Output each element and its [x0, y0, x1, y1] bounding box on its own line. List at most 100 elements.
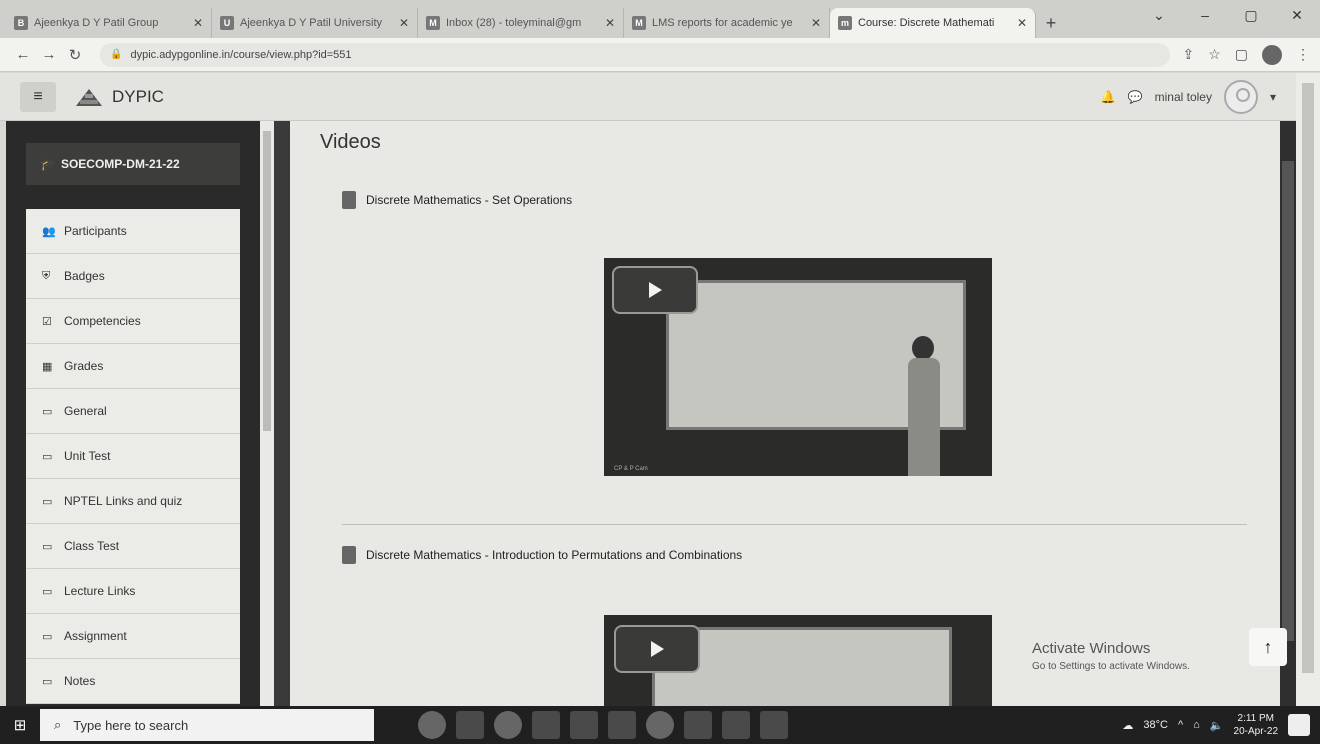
- nav-item-assignment[interactable]: ▭ Assignment: [26, 614, 240, 659]
- nav-item-general[interactable]: ▭ General: [26, 389, 240, 434]
- address-bar-row: ← → ↻ 🔒 dypic.adypgonline.in/course/view…: [0, 38, 1320, 72]
- nav-item-class-test[interactable]: ▭ Class Test: [26, 524, 240, 569]
- video-caption: CP & P Cam: [614, 466, 648, 472]
- activity-link-set-operations[interactable]: Discrete Mathematics - Set Operations: [342, 191, 572, 209]
- nav-item-notes[interactable]: ▭ Notes: [26, 659, 240, 704]
- users-icon: 👥: [42, 225, 56, 238]
- tab-title: Course: Discrete Mathemati: [858, 17, 995, 29]
- site-favicon-icon: U: [220, 16, 234, 30]
- messages-icon[interactable]: 💬: [1128, 90, 1143, 104]
- play-icon: [650, 641, 664, 657]
- tab-title: Ajeenkya D Y Patil Group: [34, 17, 159, 29]
- notification-center-icon[interactable]: [1288, 714, 1310, 736]
- taskbar-search[interactable]: ⌕ Type here to search: [40, 709, 374, 741]
- back-to-top-button[interactable]: ↑: [1249, 628, 1287, 666]
- site-brand[interactable]: DYPIC: [112, 87, 164, 107]
- browser-tab[interactable]: M LMS reports for academic ye ✕: [624, 8, 830, 38]
- nav-item-label: Notes: [64, 674, 96, 688]
- notifications-bell-icon[interactable]: 🔔: [1101, 90, 1116, 104]
- nav-item-lecture-links[interactable]: ▭ Lecture Links: [26, 569, 240, 614]
- tab-close-icon[interactable]: ✕: [193, 16, 203, 30]
- edge-icon[interactable]: [494, 711, 522, 739]
- section-title: Videos: [320, 131, 381, 153]
- nav-item-label: NPTEL Links and quiz: [64, 494, 183, 508]
- tab-close-icon[interactable]: ✕: [399, 16, 409, 30]
- share-icon[interactable]: ⇪: [1182, 46, 1194, 63]
- nav-item-nptel[interactable]: ▭ NPTEL Links and quiz: [26, 479, 240, 524]
- nav-item-grades[interactable]: ▦ Grades: [26, 344, 240, 389]
- chrome-icon[interactable]: [646, 711, 674, 739]
- search-placeholder: Type here to search: [73, 717, 189, 733]
- network-icon[interactable]: ⌂: [1193, 719, 1200, 731]
- tray-chevron-icon[interactable]: ^: [1178, 719, 1183, 731]
- side-panel-icon[interactable]: ▢: [1235, 46, 1248, 63]
- back-button[interactable]: ←: [10, 46, 36, 63]
- weather-icon[interactable]: ☁: [1122, 719, 1133, 732]
- drawer-toggle-button[interactable]: ≡: [20, 81, 56, 112]
- tab-title: LMS reports for academic ye: [652, 17, 793, 29]
- office-icon[interactable]: [684, 711, 712, 739]
- taskbar-clock[interactable]: 2:11 PM 20-Apr-22: [1234, 712, 1278, 738]
- tab-close-icon[interactable]: ✕: [811, 16, 821, 30]
- bookmark-star-icon[interactable]: ☆: [1208, 46, 1221, 63]
- play-button[interactable]: [612, 266, 698, 314]
- word-icon[interactable]: [760, 711, 788, 739]
- user-menu-caret-icon[interactable]: ▾: [1270, 90, 1276, 104]
- maximize-button[interactable]: ▢: [1228, 0, 1274, 30]
- new-tab-button[interactable]: +: [1036, 8, 1066, 38]
- course-nav-list: 👥 Participants ⛨ Badges ☑ Competencies ▦ Gra…: [26, 209, 240, 704]
- play-button[interactable]: [614, 625, 700, 673]
- browser-tab[interactable]: M Inbox (28) - toleyminal@gm ✕: [418, 8, 624, 38]
- site-navbar: ≡ DYPIC 🔔 💬 minal toley ▾: [0, 73, 1296, 121]
- video-player-permutations[interactable]: [604, 615, 992, 706]
- minimize-button[interactable]: –: [1182, 0, 1228, 30]
- mail-icon[interactable]: [608, 711, 636, 739]
- drawer-scrollbar[interactable]: [260, 121, 274, 706]
- video-frame-presenter: [906, 336, 942, 476]
- nav-item-participants[interactable]: 👥 Participants: [26, 209, 240, 254]
- volume-icon[interactable]: 🔈: [1210, 719, 1224, 732]
- video-player-set-operations[interactable]: CP & P Cam: [604, 258, 992, 476]
- file-explorer-icon[interactable]: [532, 711, 560, 739]
- content-scrollbar-thumb[interactable]: [1282, 161, 1294, 641]
- folder-icon: ▭: [42, 405, 53, 418]
- nav-item-badges[interactable]: ⛨ Badges: [26, 254, 240, 299]
- tab-close-icon[interactable]: ✕: [605, 16, 615, 30]
- url-field[interactable]: 🔒 dypic.adypgonline.in/course/view.php?i…: [100, 42, 1171, 67]
- browser-tab[interactable]: B Ajeenkya D Y Patil Group ✕: [6, 8, 212, 38]
- course-home-link[interactable]: 🎓 SOECOMP-DM-21-22: [26, 143, 240, 185]
- browser-tab-active[interactable]: m Course: Discrete Mathemati ✕: [830, 8, 1036, 38]
- dypic-logo-icon[interactable]: [74, 86, 104, 108]
- forward-button[interactable]: →: [36, 46, 62, 63]
- store-icon[interactable]: [570, 711, 598, 739]
- drawer-scrollbar-thumb[interactable]: [263, 131, 271, 431]
- window-scrollbar-thumb[interactable]: [1302, 83, 1314, 673]
- tab-close-icon[interactable]: ✕: [1017, 16, 1027, 30]
- profile-avatar[interactable]: [1262, 44, 1282, 65]
- task-view-icon[interactable]: [456, 711, 484, 739]
- nav-drawer: 🎓 SOECOMP-DM-21-22 👥 Participants ⛨ Badges…: [6, 121, 260, 706]
- nav-item-label: Grades: [64, 359, 104, 373]
- browser-menu-icon[interactable]: ⋮: [1296, 46, 1310, 63]
- watermark-subtitle: Go to Settings to activate Windows.: [1032, 661, 1190, 672]
- start-button[interactable]: ⊞: [0, 706, 40, 744]
- graduation-cap-icon: 🎓: [40, 157, 55, 171]
- nav-item-competencies[interactable]: ☑ Competencies: [26, 299, 240, 344]
- browser-tab[interactable]: U Ajeenkya D Y Patil University ✕: [212, 8, 418, 38]
- tab-title: Inbox (28) - toleyminal@gm: [446, 17, 582, 29]
- content-scrollbar[interactable]: [1280, 121, 1296, 706]
- activity-link-permutations[interactable]: Discrete Mathematics - Introduction to P…: [342, 546, 742, 564]
- tab-search-icon[interactable]: ⌄: [1136, 0, 1182, 30]
- teams-icon[interactable]: [722, 711, 750, 739]
- nav-item-unit-test[interactable]: ▭ Unit Test: [26, 434, 240, 479]
- user-avatar[interactable]: [1223, 79, 1258, 114]
- nav-item-label: Participants: [64, 224, 127, 238]
- window-scrollbar[interactable]: [1296, 73, 1320, 706]
- taskbar-apps: [418, 711, 788, 739]
- user-name[interactable]: minal toley: [1155, 90, 1212, 104]
- reload-button[interactable]: ↻: [62, 46, 88, 64]
- cortana-icon[interactable]: [418, 711, 446, 739]
- weather-temp[interactable]: 38°C: [1143, 719, 1168, 731]
- close-window-button[interactable]: ✕: [1274, 0, 1320, 30]
- file-icon: [342, 191, 356, 209]
